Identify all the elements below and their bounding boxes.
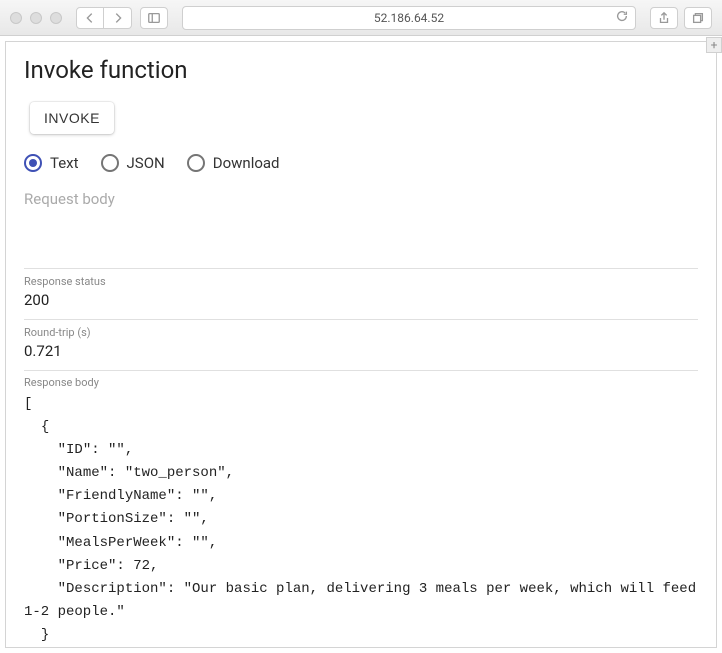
reload-button[interactable]: [615, 9, 629, 27]
forward-button[interactable]: [104, 7, 132, 29]
maximize-window-icon[interactable]: [50, 12, 62, 24]
nav-buttons: [76, 7, 132, 29]
tabs-button[interactable]: [684, 7, 712, 29]
close-window-icon[interactable]: [10, 12, 22, 24]
browser-toolbar: 52.186.64.52: [0, 0, 722, 36]
round-trip-label: Round-trip (s): [24, 326, 698, 339]
response-body-value: [ { "ID": "", "Name": "two_person", "Fri…: [24, 393, 698, 648]
response-body-label: Response body: [24, 370, 698, 389]
round-trip-field: Round-trip (s) 0.721: [24, 319, 698, 370]
window-controls: [10, 12, 62, 24]
minimize-window-icon[interactable]: [30, 12, 42, 24]
radio-icon: [187, 154, 205, 172]
round-trip-value: 0.721: [24, 342, 698, 360]
chevron-left-icon: [83, 11, 97, 25]
sidebar-icon: [147, 11, 161, 25]
url-text: 52.186.64.52: [374, 11, 444, 25]
invoke-button[interactable]: INVOKE: [30, 102, 114, 134]
new-tab-button[interactable]: +: [706, 37, 722, 53]
radio-download[interactable]: Download: [187, 154, 280, 172]
tabs-icon: [691, 11, 705, 25]
page-content-frame: Invoke function INVOKE Text JSON Downloa…: [5, 41, 717, 648]
address-bar[interactable]: 52.186.64.52: [182, 6, 636, 30]
reload-icon: [615, 9, 629, 23]
chevron-right-icon: [111, 11, 125, 25]
page-content: Invoke function INVOKE Text JSON Downloa…: [6, 42, 716, 648]
radio-text-label: Text: [50, 154, 79, 172]
radio-text[interactable]: Text: [24, 154, 79, 172]
request-body-input[interactable]: Request body: [24, 190, 698, 208]
response-status-value: 200: [24, 291, 698, 309]
page-title: Invoke function: [24, 56, 698, 84]
response-status-label: Response status: [24, 275, 698, 288]
radio-icon-selected: [24, 154, 42, 172]
radio-json-label: JSON: [127, 154, 165, 172]
sidebar-toggle-button[interactable]: [140, 7, 168, 29]
radio-json[interactable]: JSON: [101, 154, 165, 172]
toolbar-right: [650, 7, 712, 29]
back-button[interactable]: [76, 7, 104, 29]
radio-download-label: Download: [213, 154, 280, 172]
share-button[interactable]: [650, 7, 678, 29]
radio-icon: [101, 154, 119, 172]
response-status-field: Response status 200: [24, 268, 698, 319]
output-format-radios: Text JSON Download: [24, 154, 698, 172]
share-icon: [657, 11, 671, 25]
